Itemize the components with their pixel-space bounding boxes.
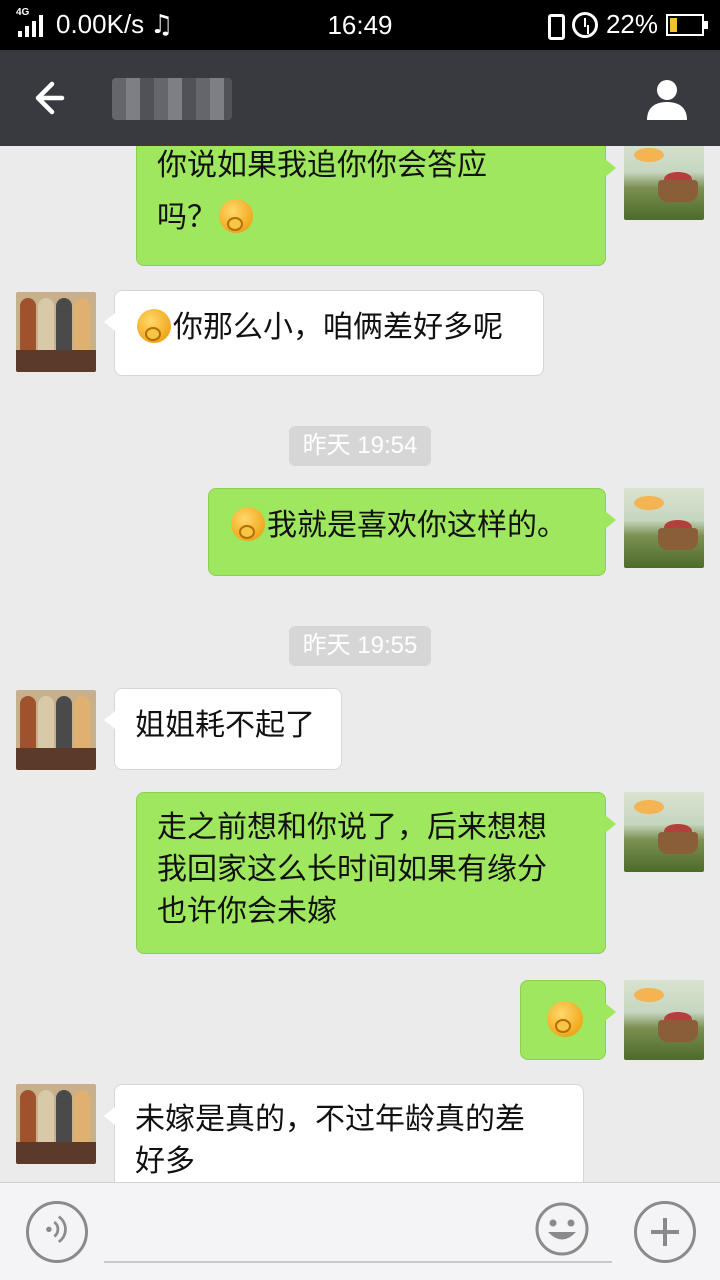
status-right: 22% — [542, 9, 708, 40]
battery-percent: 22% — [605, 9, 658, 39]
message-text-line: 好多 — [135, 1144, 195, 1179]
message-text: 你说如果我追你你会答应 — [157, 148, 487, 183]
message-row: 未嫁是真的，不过年龄真的差 好多 — [0, 1084, 720, 1182]
message-bubble-other[interactable]: 未嫁是真的，不过年龄真的差 好多 — [104, 1084, 584, 1182]
emoji-button[interactable] — [534, 1201, 590, 1257]
message-row: 我就是喜欢你这样的。 — [0, 488, 720, 578]
alarm-icon — [571, 11, 598, 38]
chat-list[interactable]: 你说如果我追你你会答应 吗？ 你那么小，咱俩差好多呢 昨天 19:54 我就是喜… — [0, 146, 720, 1182]
person-icon — [647, 80, 687, 120]
thinking-emoji-icon — [231, 507, 265, 541]
thinking-emoji-icon — [137, 309, 171, 343]
message-text-line: 我回家这么长时间如果有缘分 — [157, 852, 547, 887]
message-text: 你那么小，咱俩差好多呢 — [173, 310, 503, 345]
smiley-icon — [535, 1202, 589, 1256]
message-text-line: 也许你会未嫁 — [157, 894, 337, 929]
message-row: 你那么小，咱俩差好多呢 — [0, 290, 720, 380]
message-row — [0, 980, 720, 1064]
back-button[interactable] — [22, 72, 74, 124]
thinking-emoji-icon — [547, 1001, 583, 1037]
message-text: 姐姐耗不起了 — [135, 708, 315, 743]
timestamp: 昨天 19:54 — [0, 426, 720, 466]
message-text-line: 走之前想和你说了，后来想想 — [157, 810, 547, 845]
message-row: 你说如果我追你你会答应 吗？ — [0, 146, 720, 266]
vibrate-icon — [542, 12, 565, 40]
message-bubble-self[interactable]: 你说如果我追你你会答应 吗？ — [136, 146, 616, 266]
self-avatar[interactable] — [624, 146, 704, 220]
voice-icon — [46, 1215, 67, 1244]
title-bar — [0, 50, 720, 146]
message-bubble-self[interactable]: 我就是喜欢你这样的。 — [208, 488, 616, 576]
status-bar: 4G 0.00K/s ♫ 16:49 22% — [0, 0, 720, 50]
contact-avatar[interactable] — [16, 690, 96, 770]
battery-fill — [670, 17, 677, 32]
contact-avatar[interactable] — [16, 1084, 96, 1164]
thinking-emoji-icon — [219, 199, 253, 233]
contact-name-blurred — [112, 78, 232, 120]
message-bubble-other[interactable]: 你那么小，咱俩差好多呢 — [104, 290, 544, 376]
voice-button[interactable] — [26, 1201, 88, 1263]
timestamp-text: 昨天 19:55 — [288, 626, 432, 666]
plus-button[interactable] — [634, 1201, 696, 1263]
message-text-line: 未嫁是真的，不过年龄真的差 — [135, 1102, 525, 1137]
message-text: 吗？ — [157, 200, 217, 235]
battery-icon — [666, 13, 708, 36]
profile-button[interactable] — [644, 76, 690, 122]
self-avatar[interactable] — [624, 980, 704, 1060]
self-avatar[interactable] — [624, 792, 704, 872]
message-bubble-self[interactable] — [520, 980, 616, 1060]
message-bubble-self[interactable]: 走之前想和你说了，后来想想 我回家这么长时间如果有缘分 也许你会未嫁 — [136, 792, 616, 954]
contact-avatar[interactable] — [16, 292, 96, 372]
message-text: 我就是喜欢你这样的。 — [267, 508, 567, 543]
message-text-line: 吗？ — [157, 197, 585, 239]
message-row: 走之前想和你说了，后来想想 我回家这么长时间如果有缘分 也许你会未嫁 — [0, 792, 720, 956]
input-bar — [0, 1182, 720, 1280]
timestamp-text: 昨天 19:54 — [288, 426, 432, 466]
arrow-left-icon — [35, 81, 65, 115]
self-avatar[interactable] — [624, 488, 704, 568]
timestamp: 昨天 19:55 — [0, 626, 720, 666]
wechat-chat-screen: 4G 0.00K/s ♫ 16:49 22% 你说如果我追你你会答应 吗？ 你那… — [0, 0, 720, 1280]
message-bubble-other[interactable]: 姐姐耗不起了 — [104, 688, 342, 770]
message-row: 姐姐耗不起了 — [0, 688, 720, 772]
